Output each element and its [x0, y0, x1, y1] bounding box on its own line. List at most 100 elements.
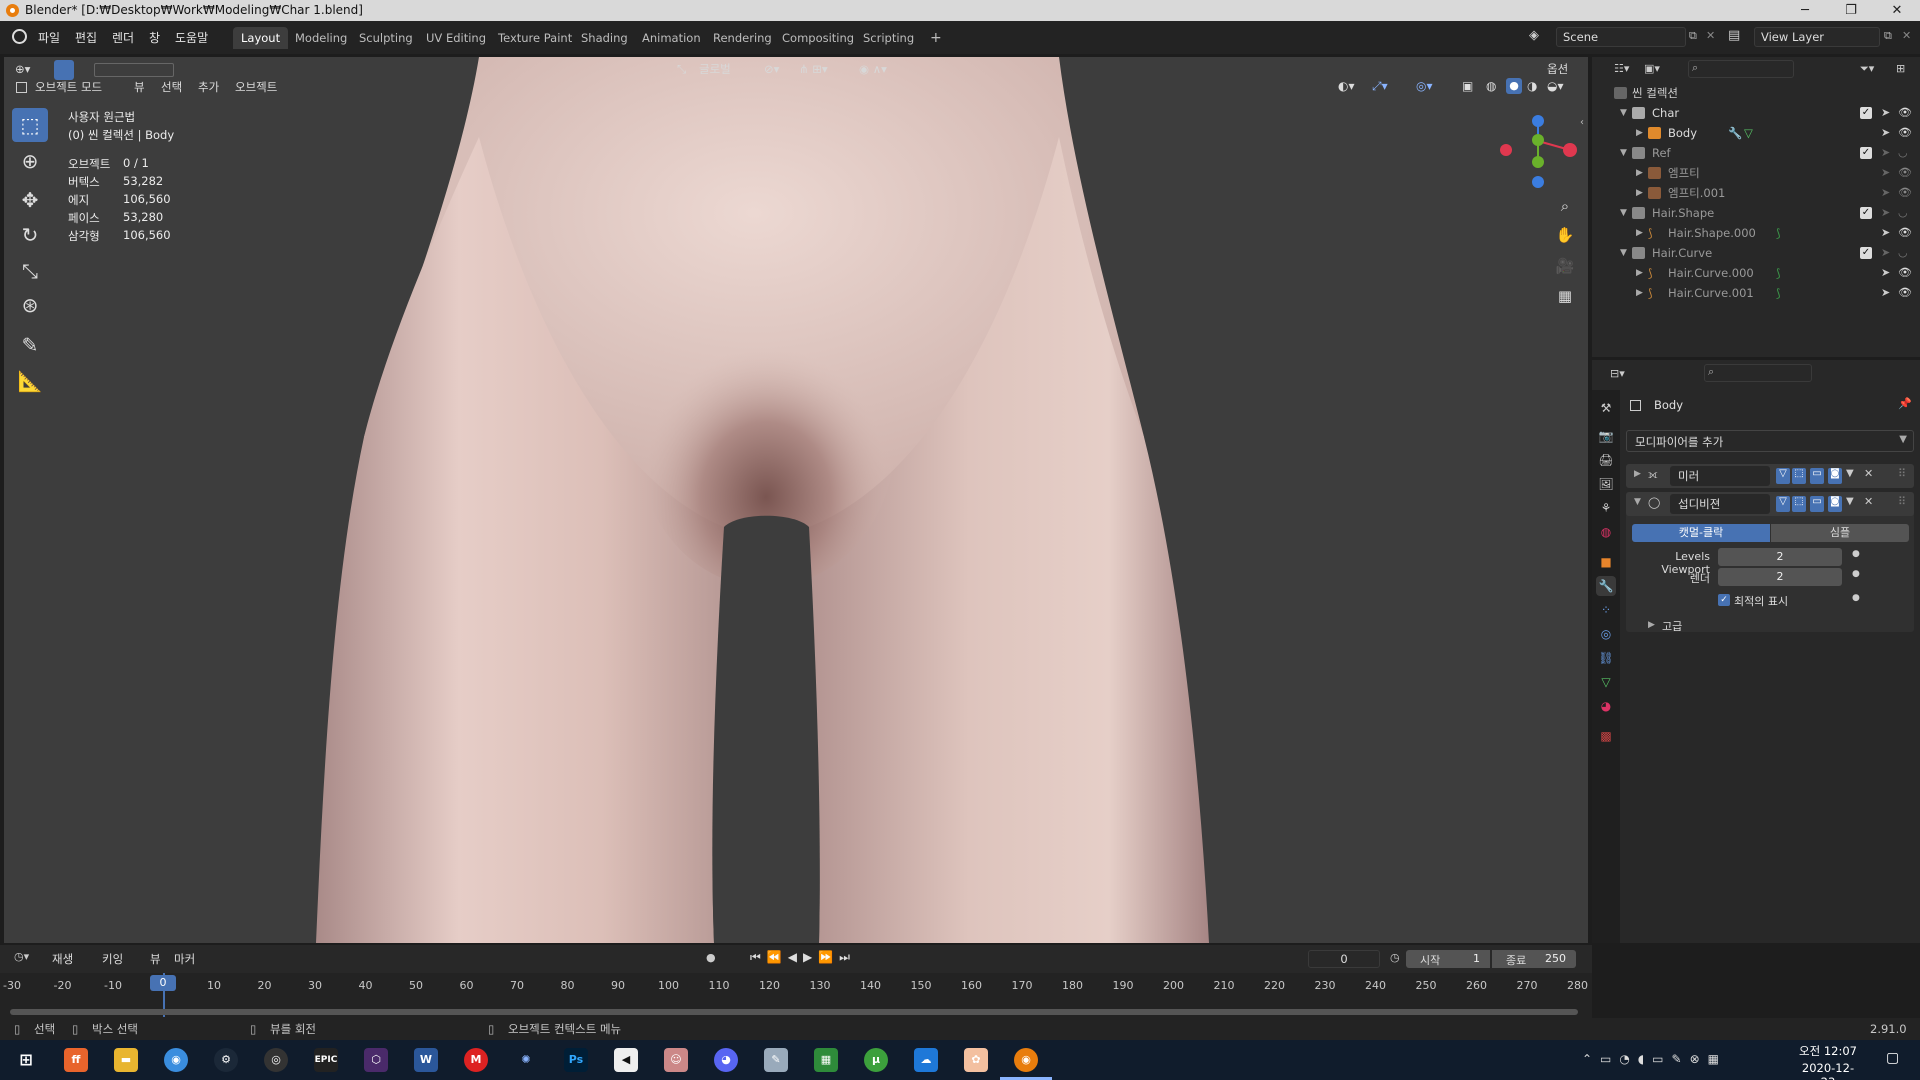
- delete-scene-icon[interactable]: ✕: [1706, 29, 1715, 42]
- notification-icon[interactable]: ▢: [1886, 1050, 1899, 1066]
- workspace-tab-animation[interactable]: Animation: [634, 27, 709, 49]
- outliner-row-empty[interactable]: ▶ 엠프티 ➤ 👁: [1592, 163, 1920, 183]
- menu-add[interactable]: 추가: [198, 79, 219, 95]
- expand-arrow-icon[interactable]: ▼: [1620, 203, 1627, 223]
- transform-orientation-select[interactable]: 글로벌: [694, 59, 736, 79]
- curve-data-icon[interactable]: ⟆: [1776, 263, 1781, 283]
- physics-tab-icon[interactable]: ◎: [1596, 624, 1616, 644]
- world-tab-icon[interactable]: ◍: [1596, 522, 1616, 542]
- modifier-name-field[interactable]: 섭디비젼: [1670, 494, 1770, 514]
- expand-arrow-icon[interactable]: ▶: [1636, 163, 1643, 183]
- outliner-scene-collection[interactable]: 씬 컬렉션: [1592, 83, 1920, 103]
- firefox-icon[interactable]: ff: [64, 1048, 88, 1072]
- new-scene-icon[interactable]: ⧉: [1689, 29, 1697, 43]
- tool-tab-icon[interactable]: ⚒: [1596, 398, 1616, 418]
- keyframe-dot-icon[interactable]: ●: [1852, 549, 1860, 559]
- menu-view[interactable]: 뷰: [134, 79, 145, 95]
- selection-mode-buttons[interactable]: [94, 63, 174, 77]
- render-levels-field[interactable]: 2: [1718, 568, 1842, 586]
- overlay-icon[interactable]: ◎▾: [1416, 79, 1433, 93]
- workspace-tab-layout[interactable]: Layout: [233, 27, 289, 49]
- zoom-icon[interactable]: ⌕: [1552, 193, 1578, 219]
- material-tab-icon[interactable]: ◕: [1596, 696, 1616, 716]
- new-collection-icon[interactable]: ⊞: [1896, 62, 1905, 75]
- playback-controls[interactable]: ⏮⏪◀▶⏩⏭: [750, 950, 856, 965]
- anime-app-icon[interactable]: ✿: [964, 1048, 988, 1072]
- modifier-mirror[interactable]: ▶ ⟗ 미러 ▽ ⬚ ▭ ◙ ▼ ✕ ⠿: [1626, 464, 1914, 488]
- discord-icon[interactable]: ◕: [714, 1048, 738, 1072]
- chevron-down-icon[interactable]: ▼: [1846, 468, 1854, 479]
- properties-search-input[interactable]: [1704, 364, 1812, 382]
- cage-toggle-icon[interactable]: ⬚: [1792, 468, 1806, 484]
- outliner-row-char[interactable]: ▼ Char ✓ ➤ 👁: [1592, 103, 1920, 123]
- viewport-toggle-icon[interactable]: ▭: [1810, 496, 1824, 512]
- rotate-tool[interactable]: ↻: [12, 218, 48, 252]
- outliner-row-empty-001[interactable]: ▶ 엠프티.001 ➤ 👁: [1592, 183, 1920, 203]
- spreadsheet-app-icon[interactable]: ▦: [814, 1048, 838, 1072]
- outliner-row-hair-curve[interactable]: ▼ Hair.Curve ✓ ➤ ◡: [1592, 243, 1920, 263]
- scene-name-field[interactable]: Scene: [1556, 27, 1686, 47]
- pin-icon[interactable]: 📌: [1898, 397, 1912, 410]
- keying-menu[interactable]: 키잉: [102, 951, 123, 967]
- keyframe-dot-icon[interactable]: ●: [1852, 593, 1860, 603]
- display-mode-icon[interactable]: ▣▾: [1644, 62, 1660, 75]
- nox-icon[interactable]: ⬡: [364, 1048, 388, 1072]
- start-frame-field[interactable]: 시작 1: [1406, 950, 1490, 968]
- visibility-eye-icon[interactable]: ◡: [1898, 203, 1908, 223]
- edit-mode-toggle-icon[interactable]: ▽: [1776, 496, 1790, 512]
- visibility-eye-icon[interactable]: 👁: [1898, 123, 1912, 143]
- keyframe-dot-icon[interactable]: ●: [1852, 569, 1860, 579]
- clock-time[interactable]: 오전 12:07: [1798, 1043, 1858, 1059]
- blender-menu-icon[interactable]: [12, 29, 27, 44]
- photoshop-icon[interactable]: Ps: [564, 1048, 588, 1072]
- outliner-row-hair-curve-001[interactable]: ▶ ⟆ Hair.Curve.001 ⟆ ➤ 👁: [1592, 283, 1920, 303]
- mesh-data-icon[interactable]: ▽: [1744, 123, 1753, 143]
- file-explorer-icon[interactable]: ▬: [114, 1048, 138, 1072]
- output-tab-icon[interactable]: 🖨: [1596, 450, 1616, 470]
- selectable-toggle-icon[interactable]: ➤: [1881, 183, 1890, 203]
- advanced-subpanel[interactable]: 고급: [1662, 618, 1682, 634]
- curve-data-icon[interactable]: ⟆: [1776, 283, 1781, 303]
- annotate-tool[interactable]: ✎: [12, 328, 48, 362]
- scene-tab-icon[interactable]: ⚘: [1596, 498, 1616, 518]
- selectable-toggle-icon[interactable]: ➤: [1881, 223, 1890, 243]
- visibility-eye-icon[interactable]: 👁: [1898, 263, 1912, 283]
- selectable-toggle-icon[interactable]: ➤: [1881, 243, 1890, 263]
- chevron-down-icon[interactable]: ▼: [1846, 496, 1854, 507]
- solid-shading-icon[interactable]: ●: [1506, 78, 1522, 94]
- origin-icon[interactable]: ◎: [264, 1048, 288, 1072]
- playback-menu[interactable]: 재생: [52, 951, 73, 967]
- outliner-row-hair-curve-000[interactable]: ▶ ⟆ Hair.Curve.000 ⟆ ➤ 👁: [1592, 263, 1920, 283]
- end-frame-field[interactable]: 종료 250: [1492, 950, 1576, 968]
- camera-view-icon[interactable]: 🎥: [1552, 253, 1578, 279]
- orthographic-toggle-icon[interactable]: ▦: [1552, 283, 1578, 309]
- menu-object[interactable]: 오브젝트: [235, 79, 277, 95]
- remove-modifier-icon[interactable]: ✕: [1864, 495, 1873, 508]
- rendered-shading-icon[interactable]: ◒▾: [1547, 79, 1564, 93]
- workspace-tab-modeling[interactable]: Modeling: [287, 27, 355, 49]
- view-layer-field[interactable]: View Layer: [1754, 27, 1880, 47]
- catmull-clark-button[interactable]: 캣멀-클락: [1632, 524, 1770, 542]
- optimal-display-checkbox[interactable]: ✓: [1718, 594, 1730, 606]
- render-tab-icon[interactable]: 📷: [1596, 426, 1616, 446]
- outliner-editor-type-icon[interactable]: ☷▾: [1614, 62, 1629, 75]
- workspace-tab-scripting[interactable]: Scripting: [855, 27, 922, 49]
- transform-tool[interactable]: ⊛: [12, 288, 48, 322]
- word-icon[interactable]: W: [414, 1048, 438, 1072]
- preview-range-icon[interactable]: ◷: [1390, 951, 1400, 964]
- record-keyframe-icon[interactable]: ●: [706, 951, 716, 964]
- add-modifier-dropdown[interactable]: 모디파이어를 추가 ▼: [1626, 430, 1914, 452]
- menu-file[interactable]: 파일: [38, 29, 60, 46]
- menu-help[interactable]: 도움말: [175, 29, 208, 46]
- subdivision-header[interactable]: ▼ ◯ 섭디비젼 ▽ ⬚ ▭ ◙ ▼ ✕ ⠿: [1626, 492, 1914, 516]
- windows-start-icon[interactable]: ⊞: [14, 1048, 38, 1072]
- cage-toggle-icon[interactable]: ⬚: [1792, 496, 1806, 512]
- expand-arrow-icon[interactable]: ▶: [1636, 123, 1643, 143]
- paint-app-icon[interactable]: ✎: [764, 1048, 788, 1072]
- expand-arrow-icon[interactable]: ▶: [1648, 620, 1655, 630]
- workspace-tab-texture-paint[interactable]: Texture Paint: [490, 27, 580, 49]
- cursor-tool[interactable]: ⊕: [12, 144, 48, 178]
- selectable-toggle-icon[interactable]: ➤: [1881, 103, 1890, 123]
- collapse-arrow-icon[interactable]: ▼: [1634, 497, 1641, 507]
- view-menu[interactable]: 뷰: [150, 951, 161, 967]
